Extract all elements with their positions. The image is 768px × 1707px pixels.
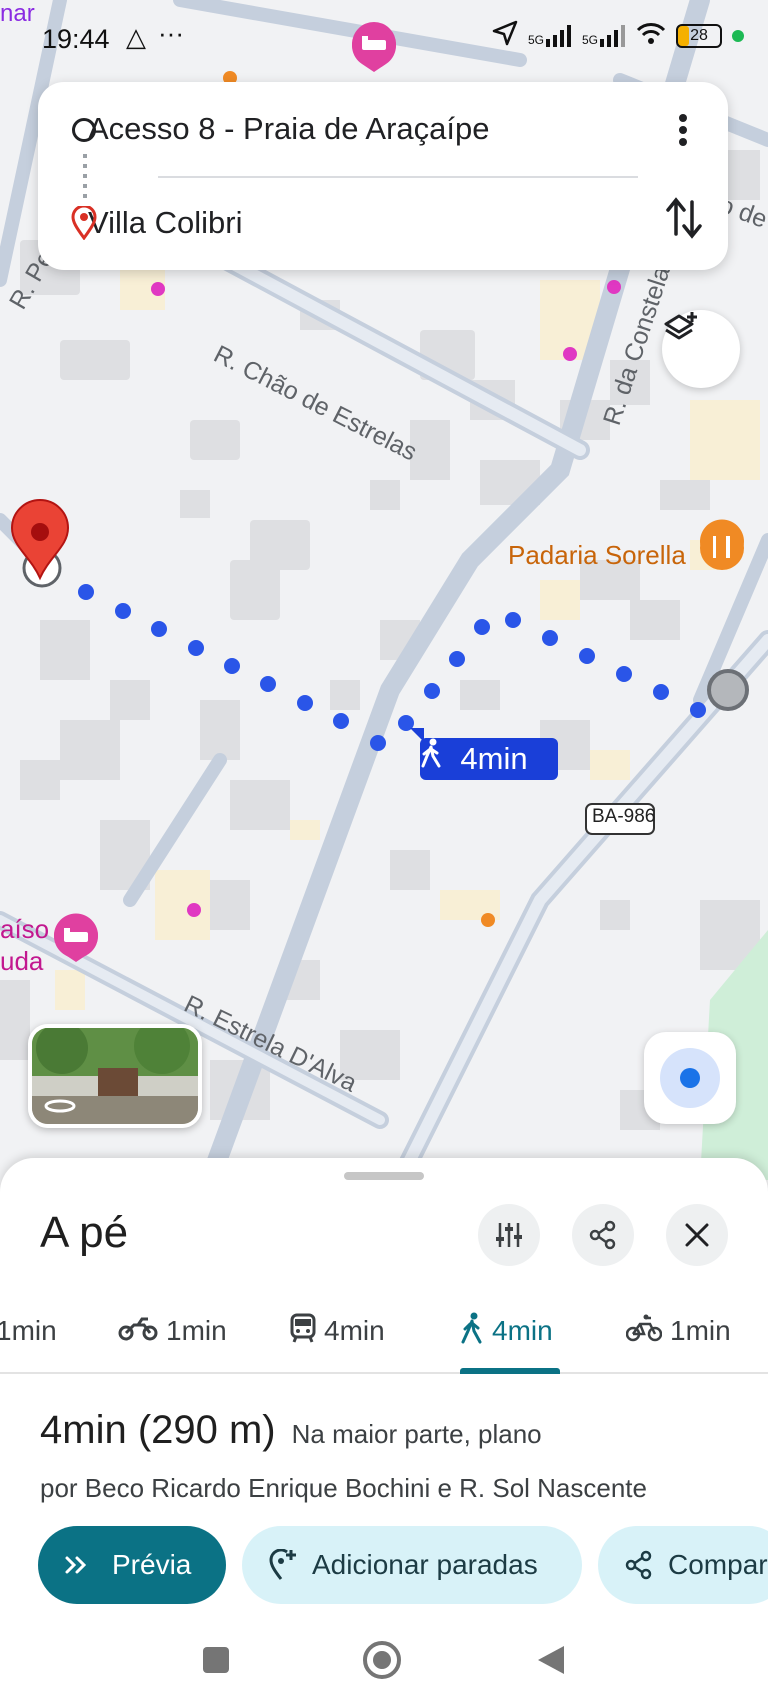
travel-mode-tabs: 1min 1min 4min 4min 1min: [0, 1288, 768, 1374]
poi-hotel-label-line1[interactable]: aíso: [0, 914, 49, 945]
route-chip-label: 4min: [460, 741, 528, 776]
my-location-button[interactable]: [644, 1032, 736, 1124]
preview-label: Prévia: [112, 1549, 192, 1580]
street-view-image: [32, 1028, 198, 1124]
status-bar: 19:44 △ ··· 5G 5G 28: [0, 0, 768, 80]
travel-mode-title: A pé: [40, 1208, 129, 1257]
origin-field[interactable]: Acesso 8 - Praia de Araçaípe: [38, 111, 728, 147]
poi-hotel-label-line2[interactable]: uda: [0, 946, 43, 977]
signal-icon: 5G: [528, 25, 572, 47]
destination-row[interactable]: Villa Colibri: [38, 176, 728, 270]
close-icon: [685, 1223, 709, 1247]
double-chevron-icon: [65, 1556, 87, 1574]
action-buttons-row: Prévia Adicionar paradas Compar: [0, 1526, 768, 1606]
route-summary[interactable]: 4min (290 m) Na maior parte, plano: [40, 1408, 542, 1453]
more-vert-icon: [679, 114, 687, 146]
transit-icon: [290, 1313, 316, 1350]
car-mode-label: 1min: [0, 1315, 57, 1346]
share-route-label: Compar: [668, 1549, 768, 1580]
swap-vertical-icon: [666, 197, 702, 239]
sheet-drag-handle[interactable]: [344, 1172, 424, 1180]
route-time-distance: 4min (290 m): [40, 1408, 276, 1452]
share-icon: [589, 1220, 616, 1250]
home-button[interactable]: [362, 1640, 402, 1685]
tab-car[interactable]: 1min: [0, 1288, 57, 1374]
walk-icon: [460, 1312, 484, 1351]
route-options-button[interactable]: [478, 1204, 540, 1266]
signal-2-type: 5G: [581, 33, 598, 47]
recents-square-icon: [203, 1647, 229, 1673]
active-tab-indicator: [460, 1368, 560, 1374]
status-time: 19:44: [42, 24, 110, 54]
green-privacy-dot: [732, 30, 744, 42]
share-route-button[interactable]: Compar: [598, 1526, 768, 1604]
my-location-icon: [660, 1048, 720, 1108]
destination-field[interactable]: Villa Colibri: [38, 205, 728, 241]
navigation-arrow-icon: [492, 20, 518, 52]
signal-1-type: 5G: [527, 33, 544, 47]
add-stops-button[interactable]: Adicionar paradas: [242, 1526, 582, 1604]
bike-icon: [625, 1314, 663, 1349]
home-circle-icon: [363, 1641, 401, 1679]
motorcycle-icon: [118, 1315, 158, 1348]
recents-button[interactable]: [202, 1646, 230, 1679]
street-view-thumbnail[interactable]: [28, 1024, 202, 1128]
destination-pin-icon: [71, 204, 97, 245]
signal-2-icon: 5G: [582, 25, 626, 47]
origin-row[interactable]: Acesso 8 - Praia de Araçaípe: [38, 82, 728, 176]
transit-mode-label: 4min: [324, 1315, 385, 1346]
poi-padaria-sorella[interactable]: Padaria Sorella: [508, 540, 686, 571]
directions-card: Acesso 8 - Praia de Araçaípe Villa Colib…: [38, 82, 728, 270]
tab-transit[interactable]: 4min: [290, 1288, 385, 1374]
origin-circle-icon: [72, 118, 96, 142]
close-button[interactable]: [666, 1204, 728, 1266]
share-button[interactable]: [572, 1204, 634, 1266]
airbnb-notification-icon: △: [126, 22, 146, 52]
tab-bike[interactable]: 1min: [625, 1288, 731, 1374]
share-icon: [625, 1550, 652, 1580]
add-location-icon: [269, 1549, 296, 1580]
motorcycle-mode-label: 1min: [166, 1315, 227, 1346]
layers-button[interactable]: [662, 310, 740, 388]
back-triangle-icon: [538, 1646, 564, 1674]
system-navigation-bar: [0, 1618, 768, 1707]
route-via-description: por Beco Ricardo Enrique Bochini e R. So…: [40, 1473, 647, 1503]
route-terrain-note: Na maior parte, plano: [291, 1419, 542, 1449]
more-options-button[interactable]: [668, 108, 698, 152]
more-notifications-indicator: ···: [158, 18, 184, 48]
wifi-icon: [636, 22, 666, 50]
back-button[interactable]: [536, 1644, 566, 1681]
walk-mode-label: 4min: [492, 1315, 553, 1346]
tune-icon: [496, 1223, 522, 1247]
route-duration-chip[interactable]: 4min: [420, 738, 558, 780]
battery-level: 28: [690, 27, 708, 44]
preview-button[interactable]: Prévia: [38, 1526, 226, 1604]
bike-mode-label: 1min: [670, 1315, 731, 1346]
tab-motorcycle[interactable]: 1min: [118, 1288, 227, 1374]
swap-route-button[interactable]: [664, 194, 704, 242]
highway-shield-label: BA-986: [592, 806, 656, 827]
battery-icon: 28: [676, 24, 722, 48]
tab-walk[interactable]: 4min: [460, 1288, 553, 1374]
add-stops-label: Adicionar paradas: [312, 1549, 538, 1580]
